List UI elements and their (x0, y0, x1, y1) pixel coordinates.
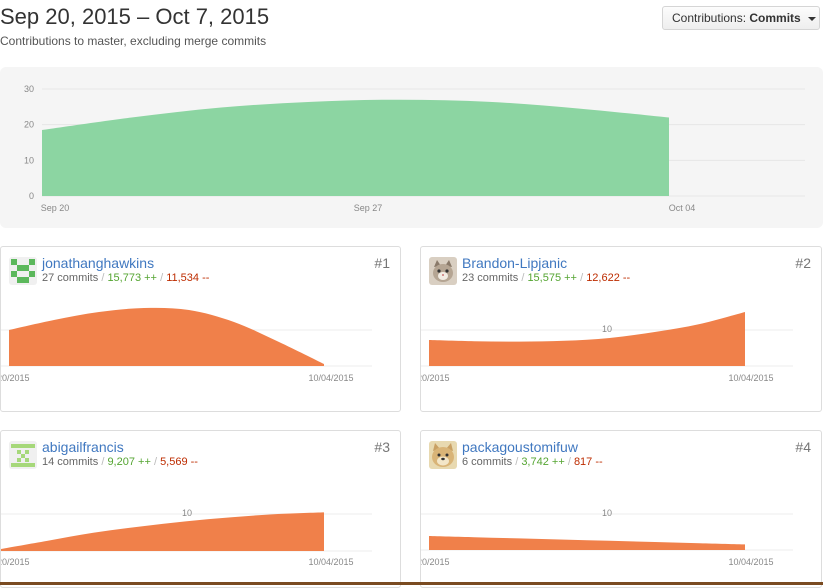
tick-label: 10/04/2015 (728, 373, 773, 383)
contributor-card: abigailfrancis 14 commits / 9,207 ++ / 5… (0, 430, 401, 588)
commits-chart: 0 10 20 30 Sep 20 Sep 27 Oct 04 (0, 67, 823, 228)
area-series (1, 512, 324, 551)
tick-label: Sep 20 (41, 203, 70, 213)
tick-label: Oct 04 (669, 203, 696, 213)
tick-label: 10 (24, 155, 34, 165)
tick-label: 09/20/2015 (1, 373, 30, 383)
contributor-card: Brandon-Lipjanic 23 commits / 15,575 ++ … (420, 246, 822, 412)
filter-value: Commits (749, 11, 801, 25)
caret-down-icon (808, 16, 817, 21)
tick-label: 10/04/2015 (308, 373, 353, 383)
page-title: Sep 20, 2015 – Oct 7, 2015 (0, 4, 270, 29)
tick-label: 10 (602, 508, 612, 518)
filter-label: Contributions: (672, 11, 747, 25)
tick-label: 0 (29, 191, 34, 201)
tick-label: Sep 27 (354, 203, 383, 213)
area-series (429, 536, 745, 550)
contributor-chart-svg: 10 09/20/2015 10/04/2015 (1, 508, 372, 567)
area-series (429, 312, 745, 366)
contributor-chart-svg: 10 09/20/2015 10/04/2015 (421, 312, 793, 383)
commits-chart-svg: 0 10 20 30 Sep 20 Sep 27 Oct 04 (24, 84, 805, 213)
contributor-chart-svg: 09/20/2015 10/04/2015 (1, 307, 372, 383)
tick-label: 10 (182, 508, 192, 518)
tick-label: 10/04/2015 (308, 557, 353, 567)
tick-label: 10/04/2015 (728, 557, 773, 567)
page-subtitle: Contributions to master, excluding merge… (0, 34, 267, 48)
area-series (42, 99, 669, 196)
tick-label: 10 (602, 324, 612, 334)
contributor-card: packagoustomifuw 6 commits / 3,742 ++ / … (420, 430, 822, 588)
contributor-card: jonathanghawkins 27 commits / 15,773 ++ … (0, 246, 401, 412)
tick-label: 20 (24, 120, 34, 130)
tick-label: 30 (24, 84, 34, 94)
tick-label: 09/20/2015 (421, 557, 450, 567)
contributor-chart-svg: 10 09/20/2015 10/04/2015 (421, 508, 793, 567)
area-series (9, 307, 324, 366)
contributions-filter-dropdown[interactable]: Contributions: Commits (662, 6, 820, 30)
tick-label: 09/20/2015 (1, 557, 30, 567)
tick-label: 09/20/2015 (421, 373, 450, 383)
